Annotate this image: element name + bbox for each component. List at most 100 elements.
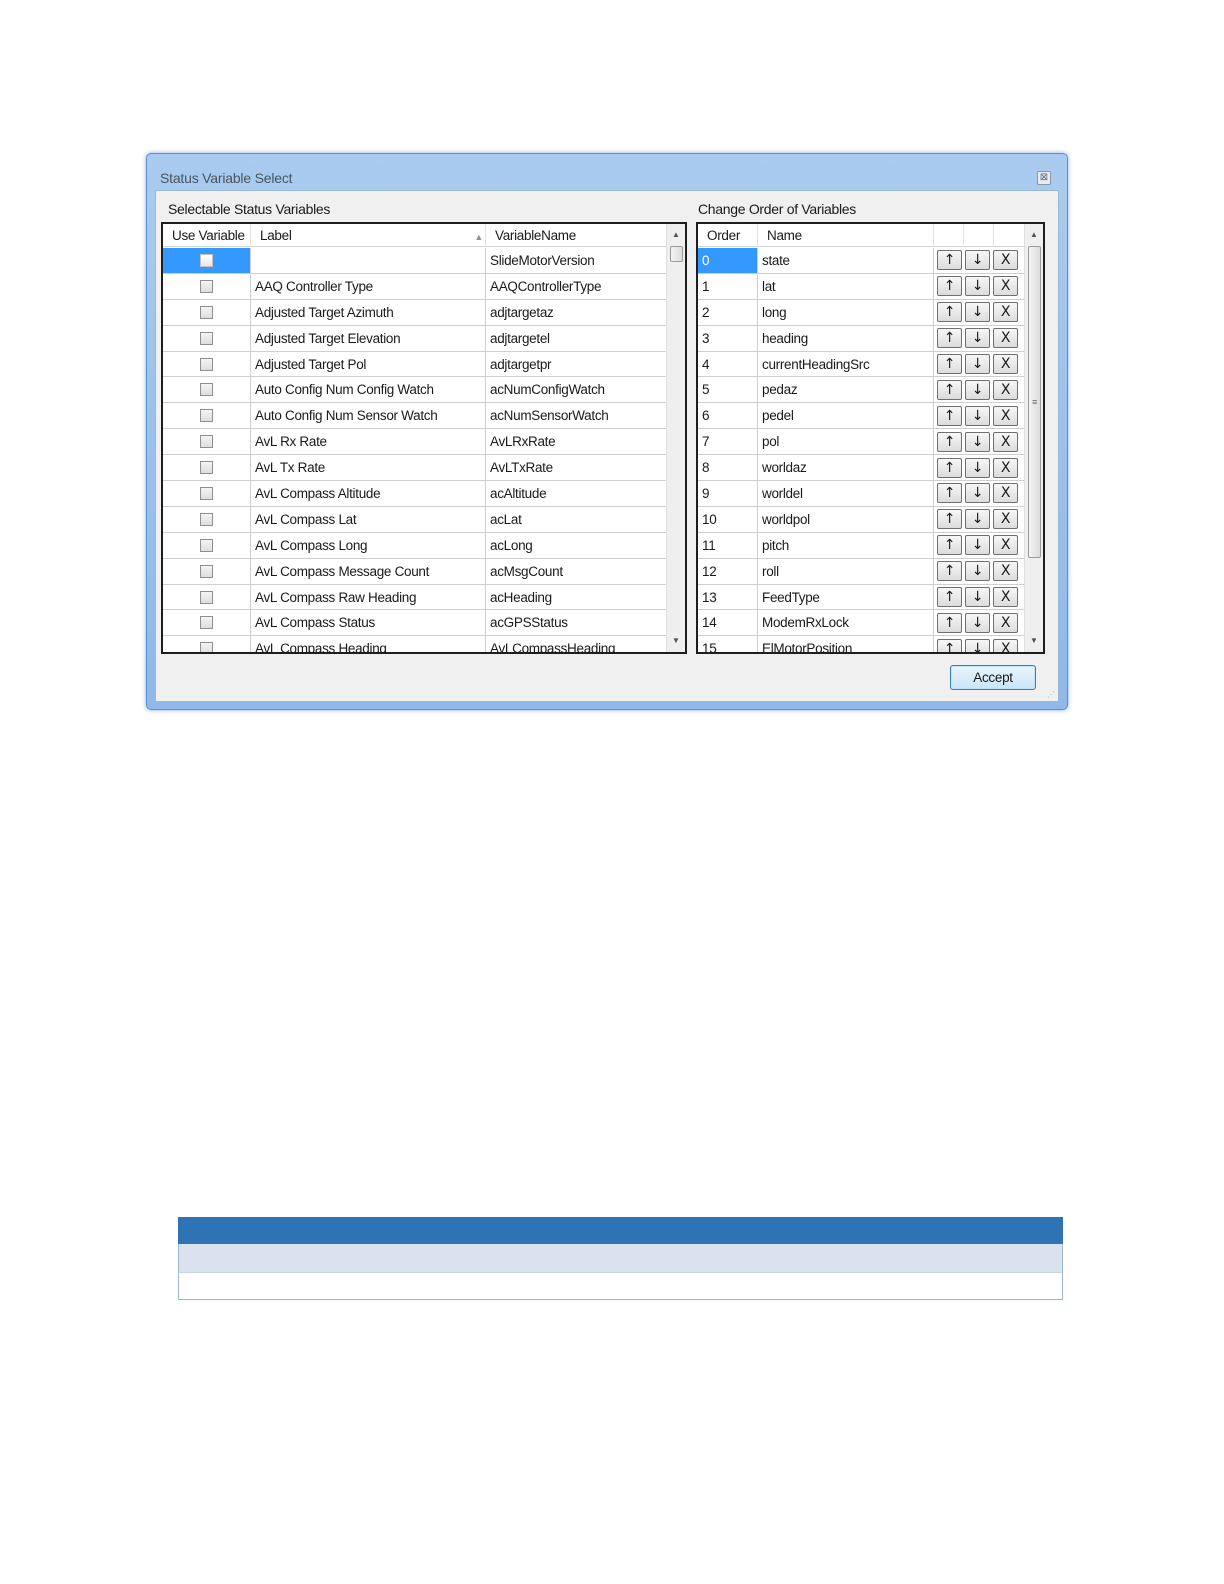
move-up-button[interactable]: ↑: [937, 405, 962, 426]
order-cell[interactable]: 0: [698, 248, 758, 273]
order-name-cell[interactable]: pitch: [758, 532, 934, 558]
variable-name-cell[interactable]: acGPSStatus: [486, 610, 666, 635]
move-down-button[interactable]: ↓: [965, 328, 990, 349]
table-row[interactable]: Adjusted Target Pol adjtargetpr: [163, 351, 666, 378]
table-row[interactable]: 5 pedaz ↑ ↓ X: [698, 377, 1024, 404]
use-variable-cell[interactable]: [163, 455, 251, 481]
column-header-variable-name[interactable]: VariableName: [486, 224, 666, 247]
table-row[interactable]: AvL Compass Message Count acMsgCount: [163, 558, 666, 585]
remove-button[interactable]: X: [993, 561, 1018, 582]
move-down-button[interactable]: ↓: [965, 638, 990, 652]
table-row[interactable]: 7 pol ↑ ↓ X: [698, 429, 1024, 456]
use-variable-cell[interactable]: [163, 532, 251, 558]
order-name-cell[interactable]: currentHeadingSrc: [758, 351, 934, 377]
column-header-order[interactable]: Order: [698, 224, 758, 247]
order-name-cell[interactable]: pol: [758, 429, 934, 455]
move-up-button[interactable]: ↑: [937, 276, 962, 297]
use-variable-checkbox[interactable]: [200, 305, 213, 319]
order-cell[interactable]: 7: [698, 429, 758, 455]
use-variable-cell[interactable]: [163, 610, 251, 636]
remove-button[interactable]: X: [993, 302, 1018, 323]
variable-label-cell[interactable]: Adjusted Target Elevation: [251, 325, 486, 351]
scroll-up-arrow-icon[interactable]: ▲: [667, 226, 685, 244]
variable-name-cell[interactable]: acNumSensorWatch: [486, 403, 666, 428]
move-up-button[interactable]: ↑: [937, 379, 962, 400]
column-header-use-variable[interactable]: Use Variable: [163, 224, 251, 247]
accept-button[interactable]: Accept: [950, 665, 1036, 690]
variable-label-cell[interactable]: AvL Compass Heading: [251, 636, 486, 652]
move-up-button[interactable]: ↑: [937, 535, 962, 556]
table-row[interactable]: 10 worldpol ↑ ↓ X: [698, 506, 1024, 533]
resize-grip-icon[interactable]: ⋰: [1047, 690, 1055, 699]
table-row[interactable]: AvL Compass Altitude acAltitude: [163, 481, 666, 507]
move-up-button[interactable]: ↑: [937, 457, 962, 478]
move-down-button[interactable]: ↓: [965, 276, 990, 297]
table-row[interactable]: 12 roll ↑ ↓ X: [698, 558, 1024, 585]
variable-label-cell[interactable]: Auto Config Num Config Watch: [251, 377, 486, 403]
use-variable-checkbox[interactable]: [200, 253, 213, 267]
variable-name-cell[interactable]: AvLTxRate: [486, 455, 666, 480]
order-cell[interactable]: 4: [698, 351, 758, 377]
order-name-cell[interactable]: pedel: [758, 403, 934, 429]
order-cell[interactable]: 1: [698, 273, 758, 299]
use-variable-cell[interactable]: [163, 377, 251, 403]
variable-name-cell[interactable]: adjtargetel: [486, 326, 666, 351]
table-row[interactable]: 1 lat ↑ ↓ X: [698, 273, 1024, 300]
move-down-button[interactable]: ↓: [965, 457, 990, 478]
variable-name-cell[interactable]: AvLRxRate: [486, 429, 666, 454]
use-variable-checkbox[interactable]: [200, 590, 213, 604]
table-row[interactable]: 0 state ↑ ↓ X: [698, 248, 1024, 274]
use-variable-checkbox[interactable]: [200, 512, 213, 526]
variable-label-cell[interactable]: Adjusted Target Azimuth: [251, 299, 486, 325]
variable-name-cell[interactable]: AvLCompassHeading: [486, 636, 666, 652]
table-row[interactable]: AvL Compass Raw Heading acHeading: [163, 584, 666, 611]
table-row[interactable]: AvL Compass Heading AvLCompassHeading: [163, 636, 666, 652]
use-variable-cell[interactable]: [163, 429, 251, 455]
move-up-button[interactable]: ↑: [937, 431, 962, 452]
scroll-down-arrow-icon[interactable]: ▼: [1025, 632, 1043, 650]
variable-label-cell[interactable]: [251, 248, 486, 273]
move-up-button[interactable]: ↑: [937, 561, 962, 582]
selectable-grid-scrollbar[interactable]: ▲ ▼: [666, 224, 685, 652]
order-name-cell[interactable]: roll: [758, 558, 934, 584]
table-row[interactable]: Adjusted Target Elevation adjtargetel: [163, 325, 666, 352]
table-row[interactable]: AAQ Controller Type AAQControllerType: [163, 273, 666, 300]
variable-label-cell[interactable]: Adjusted Target Pol: [251, 351, 486, 377]
move-down-button[interactable]: ↓: [965, 302, 990, 323]
variable-name-cell[interactable]: acLat: [486, 507, 666, 532]
use-variable-checkbox[interactable]: [200, 357, 213, 371]
table-row[interactable]: AvL Compass Long acLong: [163, 532, 666, 559]
move-up-button[interactable]: ↑: [937, 509, 962, 530]
variable-name-cell[interactable]: acHeading: [486, 585, 666, 610]
remove-button[interactable]: X: [993, 638, 1018, 652]
remove-button[interactable]: X: [993, 328, 1018, 349]
use-variable-cell[interactable]: [163, 506, 251, 532]
table-row[interactable]: 3 heading ↑ ↓ X: [698, 325, 1024, 352]
use-variable-checkbox[interactable]: [200, 616, 213, 630]
move-up-button[interactable]: ↑: [937, 638, 962, 652]
variable-label-cell[interactable]: AvL Compass Raw Heading: [251, 584, 486, 610]
order-name-cell[interactable]: ModemRxLock: [758, 610, 934, 636]
order-name-cell[interactable]: worldel: [758, 481, 934, 506]
move-up-button[interactable]: ↑: [937, 250, 962, 271]
variable-name-cell[interactable]: acAltitude: [486, 481, 666, 506]
variable-name-cell[interactable]: acLong: [486, 533, 666, 558]
table-row[interactable]: SlideMotorVersion: [163, 248, 666, 274]
order-cell[interactable]: 6: [698, 403, 758, 429]
use-variable-checkbox[interactable]: [200, 435, 213, 449]
order-cell[interactable]: 8: [698, 455, 758, 481]
order-cell[interactable]: 9: [698, 481, 758, 506]
variable-name-cell[interactable]: SlideMotorVersion: [486, 248, 666, 273]
remove-button[interactable]: X: [993, 509, 1018, 530]
move-up-button[interactable]: ↑: [937, 612, 962, 633]
remove-button[interactable]: X: [993, 457, 1018, 478]
order-name-cell[interactable]: worldpol: [758, 506, 934, 532]
variable-label-cell[interactable]: AAQ Controller Type: [251, 273, 486, 299]
order-cell[interactable]: 11: [698, 532, 758, 558]
remove-button[interactable]: X: [993, 431, 1018, 452]
title-bar[interactable]: Status Variable Select ⊠: [147, 154, 1067, 190]
table-row[interactable]: 15 ElMotorPosition ↑ ↓ X: [698, 636, 1024, 652]
remove-button[interactable]: X: [993, 379, 1018, 400]
variable-label-cell[interactable]: AvL Compass Altitude: [251, 481, 486, 506]
use-variable-checkbox[interactable]: [200, 383, 213, 397]
